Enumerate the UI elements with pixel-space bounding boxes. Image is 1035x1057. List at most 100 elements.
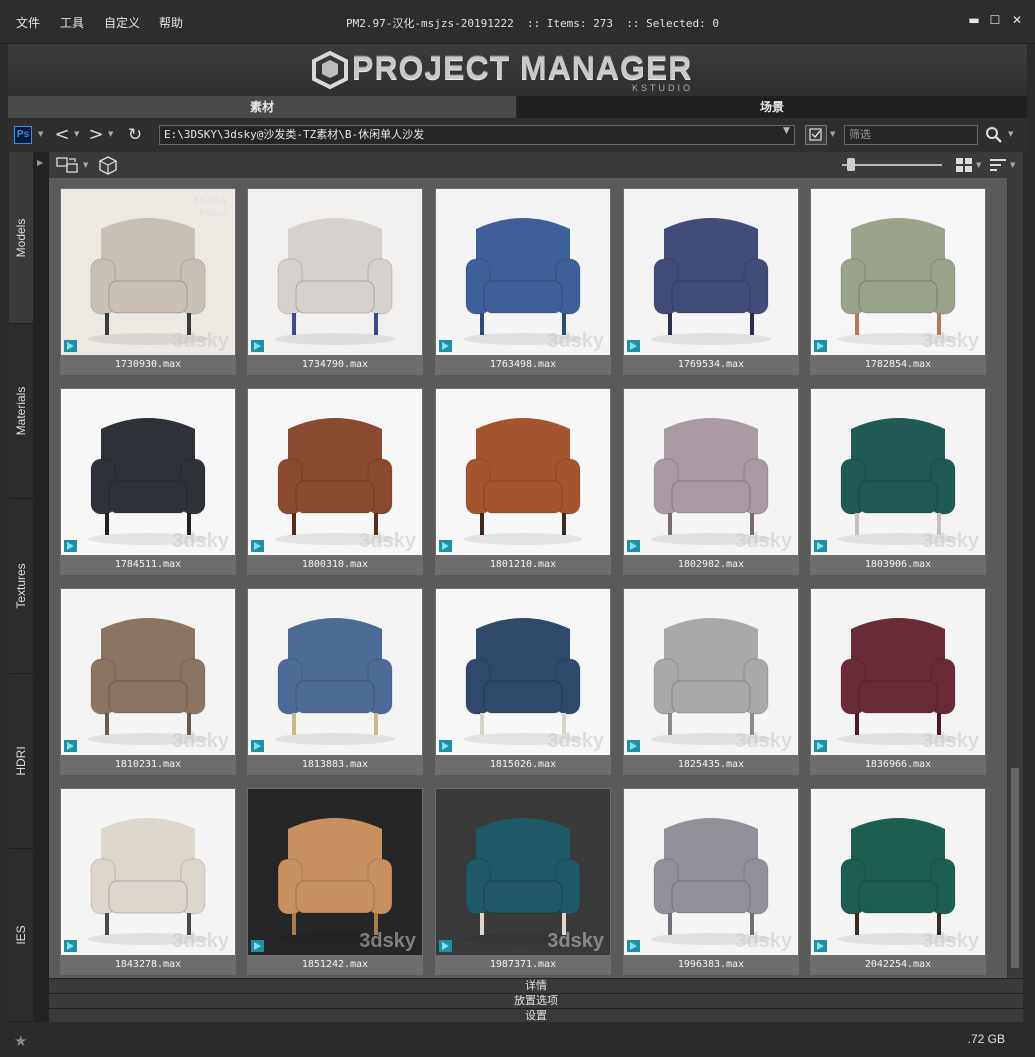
menu-customize[interactable]: 自定义 (104, 14, 140, 31)
asset-thumbnail[interactable]: 3dsky (811, 789, 985, 955)
asset-thumbnail[interactable]: 3dsky (811, 589, 985, 755)
panel-splitter[interactable]: ▶ (33, 152, 49, 1022)
watermark: 3dsky (922, 730, 979, 752)
asset-filename: 1987371.max (489, 959, 557, 970)
chevron-down-icon[interactable]: ▼ (783, 126, 790, 136)
side-tab-models[interactable]: Models (9, 152, 33, 324)
asset-thumbnail[interactable]: 3dsky (624, 389, 798, 555)
watermark: 3dsky (359, 530, 416, 552)
side-tab-ies[interactable]: IES (9, 849, 33, 1022)
asset-thumbnail[interactable] (436, 389, 610, 555)
asset-thumbnail[interactable]: 3dsky (811, 189, 985, 355)
asset-card[interactable]: 3dsky 1803906.max (810, 388, 986, 575)
chevron-down-icon[interactable]: ▼ (74, 130, 79, 138)
asset-thumbnail[interactable]: 3dsky (811, 389, 985, 555)
filter-options-button[interactable] (805, 125, 827, 145)
asset-thumbnail[interactable] (248, 189, 422, 355)
asset-filename: 1996383.max (677, 959, 745, 970)
panel-placement-options[interactable]: 放置选项 (49, 993, 1023, 1008)
asset-thumbnail[interactable]: 3dsky (624, 589, 798, 755)
package-icon[interactable] (97, 155, 119, 175)
side-tab-hdri[interactable]: HDRI (9, 674, 33, 849)
tab-scenes[interactable]: 场景 (517, 96, 1027, 118)
watermark: 3dsky (735, 730, 792, 752)
asset-thumbnail[interactable]: 3dsky (624, 789, 798, 955)
watermark: 3dsky (172, 930, 229, 952)
chevron-down-icon[interactable]: ▼ (83, 161, 88, 169)
max-file-icon (814, 940, 827, 952)
asset-card[interactable]: 3dsky 1810231.max (60, 588, 236, 775)
vertical-scrollbar[interactable] (1007, 178, 1023, 978)
asset-card[interactable]: 3dsky 1802982.max (623, 388, 799, 575)
asset-thumbnail[interactable]: 3dsky (436, 189, 610, 355)
asset-card[interactable]: 3dsky 1800310.max (247, 388, 423, 575)
asset-card[interactable]: 3dsky 1815026.max (435, 588, 611, 775)
sort-icon[interactable] (989, 157, 1007, 173)
watermark: 3dsky (735, 530, 792, 552)
asset-card[interactable]: 3dsky 1851242.max (247, 788, 423, 975)
asset-thumbnail[interactable]: 3dsky (248, 789, 422, 955)
max-file-icon (64, 940, 77, 952)
watermark: 3dsky (922, 530, 979, 552)
panel-details[interactable]: 详情 (49, 978, 1023, 993)
asset-card[interactable]: 3dsky 1836966.max (810, 588, 986, 775)
asset-thumbnail[interactable] (624, 189, 798, 355)
asset-card[interactable]: 1734790.max (247, 188, 423, 375)
maximize-button[interactable]: ☐ (988, 13, 1002, 27)
asset-card[interactable]: MODA Prince 3dsky 1730930.max (60, 188, 236, 375)
path-input[interactable]: E:\3DSKY\3dsky@沙发类-TZ素材\B-休闲单人沙发 (159, 125, 795, 145)
star-icon[interactable]: ★ (14, 1032, 27, 1050)
chevron-right-icon[interactable]: ▶ (37, 158, 43, 167)
asset-card[interactable]: 3dsky 1784511.max (60, 388, 236, 575)
asset-filename: 1813883.max (301, 759, 369, 770)
photoshop-icon[interactable]: Ps (14, 126, 32, 144)
minimize-button[interactable]: ▬ (967, 13, 981, 27)
asset-thumbnail[interactable]: MODA Prince 3dsky (61, 189, 235, 355)
asset-filename: 1825435.max (677, 759, 745, 770)
asset-thumbnail[interactable]: 3dsky (436, 589, 610, 755)
asset-thumbnail[interactable]: 3dsky (61, 789, 235, 955)
asset-card[interactable]: 1769534.max (623, 188, 799, 375)
close-button[interactable]: ✕ (1010, 13, 1024, 27)
asset-card[interactable]: 3dsky 1825435.max (623, 588, 799, 775)
asset-card[interactable]: 3dsky 2042254.max (810, 788, 986, 975)
asset-card[interactable]: 3dsky 1987371.max (435, 788, 611, 975)
filter-input[interactable]: 筛选 (844, 125, 978, 145)
asset-card[interactable]: 3dsky 1763498.max (435, 188, 611, 375)
tab-assets[interactable]: 素材 (8, 96, 516, 118)
side-tab-materials[interactable]: Materials (9, 324, 33, 499)
chevron-down-icon[interactable]: ▼ (1010, 161, 1015, 169)
back-arrow-icon[interactable]: < (52, 125, 72, 145)
forward-arrow-icon[interactable]: > (86, 125, 106, 145)
asset-thumbnail[interactable]: 3dsky (61, 589, 235, 755)
panel-settings[interactable]: 设置 (49, 1008, 1023, 1023)
scrollbar-thumb[interactable] (1011, 768, 1019, 968)
asset-thumbnail[interactable] (248, 589, 422, 755)
chevron-down-icon[interactable]: ▼ (830, 130, 835, 138)
search-icon[interactable] (984, 125, 1004, 145)
chevron-down-icon[interactable]: ▼ (976, 161, 981, 169)
asset-card[interactable]: 1813883.max (247, 588, 423, 775)
asset-card[interactable]: 3dsky 1782854.max (810, 188, 986, 375)
asset-thumbnail[interactable]: 3dsky (61, 389, 235, 555)
asset-thumbnail[interactable]: 3dsky (436, 789, 610, 955)
menu-tools[interactable]: 工具 (60, 14, 84, 31)
slider-handle[interactable] (847, 158, 855, 171)
refresh-icon[interactable]: ↻ (124, 125, 146, 145)
side-tab-textures[interactable]: Textures (9, 499, 33, 674)
max-file-icon (814, 740, 827, 752)
sync-folder-icon[interactable] (55, 155, 81, 175)
menu-help[interactable]: 帮助 (159, 14, 183, 31)
asset-thumbnail[interactable]: 3dsky (248, 389, 422, 555)
asset-filename: 1815026.max (489, 759, 557, 770)
max-file-icon (627, 740, 640, 752)
thumbnail-size-slider[interactable] (842, 164, 942, 166)
asset-card[interactable]: 3dsky 1996383.max (623, 788, 799, 975)
asset-card[interactable]: 1801210.max (435, 388, 611, 575)
chevron-down-icon[interactable]: ▼ (38, 130, 43, 138)
chevron-down-icon[interactable]: ▼ (1008, 130, 1013, 138)
grid-view-icon[interactable] (955, 157, 973, 173)
menu-file[interactable]: 文件 (16, 14, 40, 31)
chevron-down-icon[interactable]: ▼ (108, 130, 113, 138)
asset-card[interactable]: 3dsky 1843278.max (60, 788, 236, 975)
